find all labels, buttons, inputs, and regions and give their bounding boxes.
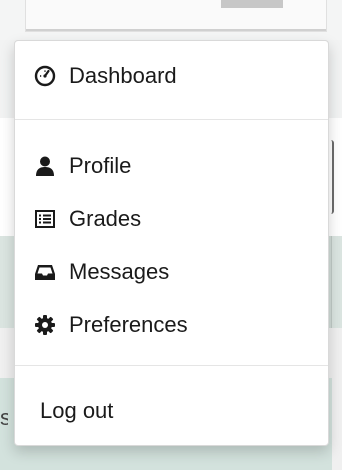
- menu-item-logout[interactable]: Log out: [15, 391, 328, 431]
- menu-item-messages[interactable]: Messages: [15, 252, 328, 292]
- grades-table-icon: [34, 208, 56, 230]
- menu-divider: [15, 119, 328, 120]
- menu-item-label: Messages: [69, 259, 170, 284]
- cog-icon: [34, 314, 56, 336]
- logout-label: Log out: [40, 398, 114, 423]
- menu-item-profile[interactable]: Profile: [15, 146, 328, 186]
- header-rule: [26, 29, 326, 31]
- menu-item-label: Grades: [69, 206, 142, 231]
- menu-item-preferences[interactable]: Preferences: [15, 305, 328, 345]
- menu-item-dashboard[interactable]: Dashboard: [15, 56, 328, 96]
- user-icon: [34, 155, 56, 177]
- dashboard-icon: [34, 65, 56, 87]
- inbox-icon: [34, 261, 56, 283]
- menu-divider: [15, 365, 328, 366]
- menu-item-grades[interactable]: Grades: [15, 199, 328, 239]
- menu-item-label: Profile: [69, 153, 132, 178]
- header-panel: [25, 0, 327, 32]
- menu-item-label: Preferences: [69, 312, 188, 337]
- menu-item-label: Dashboard: [69, 63, 177, 88]
- page-partial-text: s: [0, 405, 8, 430]
- page-header-strip: [0, 0, 342, 40]
- user-menu-dropdown: Dashboard Profile Grades Messages Prefer…: [14, 40, 329, 446]
- header-thumbnail: [221, 0, 283, 8]
